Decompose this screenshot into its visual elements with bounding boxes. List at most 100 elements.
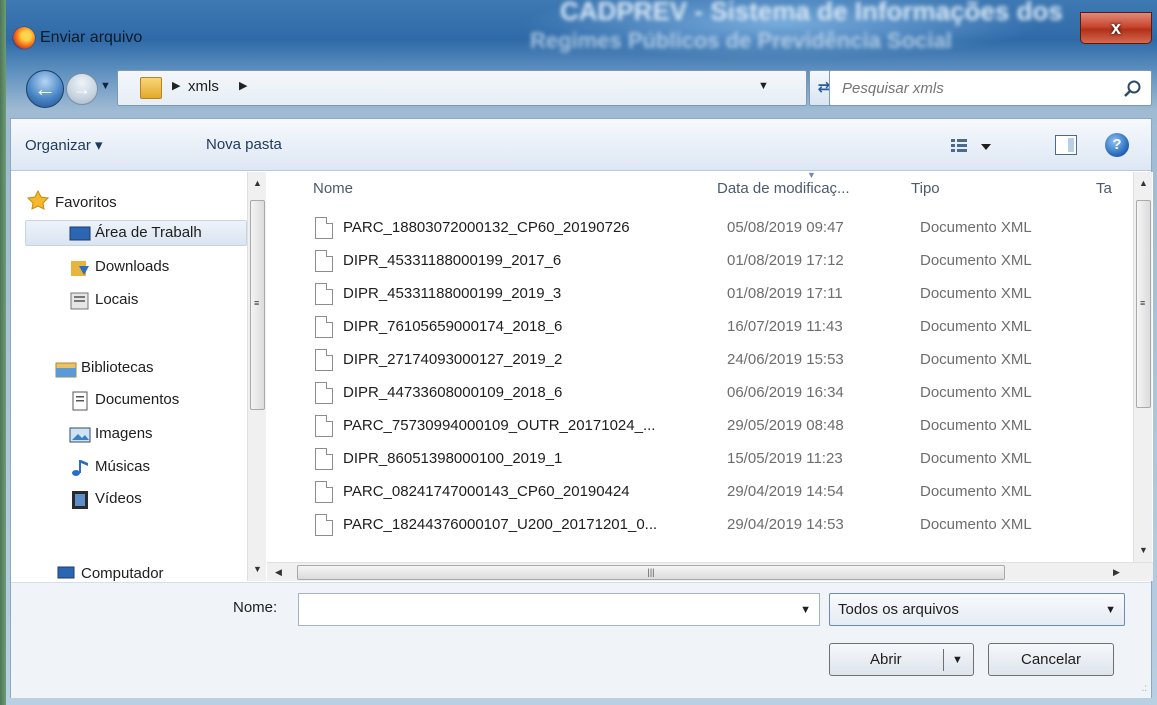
column-header-size[interactable]: Ta	[1096, 180, 1112, 206]
breadcrumb-xmls[interactable]: xmls	[188, 78, 219, 95]
new-folder-button[interactable]: Nova pasta	[206, 136, 282, 153]
scroll-grip-icon: ≡	[254, 298, 260, 308]
sort-indicator-icon: ▼	[807, 172, 816, 180]
file-type: Documento XML	[920, 285, 1032, 302]
search-input[interactable]	[840, 77, 1110, 99]
file-type-filter-value: Todos os arquivos	[838, 601, 959, 618]
nav-places[interactable]: Locais	[95, 291, 138, 315]
nav-favorites[interactable]: Favoritos	[55, 194, 117, 218]
dialog-body: Organizar ▾ Nova pasta ? Favoritos Área …	[10, 118, 1153, 698]
file-type-filter[interactable]: Todos os arquivos ▼	[829, 593, 1125, 626]
file-icon	[315, 283, 333, 305]
chevron-down-icon[interactable]: ▼	[800, 604, 811, 616]
file-type: Documento XML	[920, 252, 1032, 269]
folder-icon	[140, 77, 162, 99]
firefox-icon	[13, 27, 35, 49]
nav-scrollbar[interactable]: ▲ ≡ ▼	[247, 172, 266, 581]
preview-pane-icon[interactable]	[1055, 135, 1077, 155]
file-name-field[interactable]: ▼	[298, 593, 820, 626]
scroll-right-icon[interactable]: ▶	[1113, 567, 1120, 578]
nav-libraries[interactable]: Bibliotecas	[81, 359, 154, 383]
table-row[interactable]: DIPR_86051398000100_2019_1 15/05/2019 11…	[297, 443, 1153, 476]
file-name-input[interactable]	[303, 599, 773, 621]
file-name: DIPR_27174093000127_2019_2	[343, 351, 563, 368]
file-icon	[315, 415, 333, 437]
table-row[interactable]: DIPR_27174093000127_2019_2 24/06/2019 15…	[297, 344, 1153, 377]
breadcrumb-arrow-icon[interactable]: ▶	[172, 79, 180, 92]
scroll-down-icon[interactable]: ▼	[253, 564, 262, 574]
search-icon[interactable]	[1123, 79, 1143, 99]
file-name-label: Nome:	[233, 599, 278, 616]
address-dropdown[interactable]: ▼	[758, 80, 769, 92]
file-type: Documento XML	[920, 219, 1032, 236]
nav-images[interactable]: Imagens	[95, 425, 153, 449]
nav-music[interactable]: Músicas	[95, 458, 150, 482]
organize-button[interactable]: Organizar ▾	[25, 136, 103, 154]
file-name: DIPR_86051398000100_2019_1	[343, 450, 563, 467]
help-icon[interactable]: ?	[1105, 133, 1129, 157]
documents-icon	[72, 391, 88, 411]
file-date: 05/08/2019 09:47	[727, 219, 844, 236]
file-type: Documento XML	[920, 318, 1032, 335]
libraries-icon	[55, 362, 77, 378]
table-row[interactable]: PARC_18244376000107_U200_20171201_0... 2…	[297, 509, 1153, 542]
scroll-up-icon[interactable]: ▲	[1139, 178, 1148, 188]
nav-downloads[interactable]: Downloads	[95, 258, 169, 282]
file-icon	[315, 481, 333, 503]
file-list-vertical-scrollbar[interactable]: ▲ ≡ ▼	[1133, 172, 1152, 562]
scroll-up-icon[interactable]: ▲	[253, 178, 262, 188]
file-date: 29/04/2019 14:53	[727, 516, 844, 533]
search-box[interactable]	[829, 70, 1152, 106]
table-row[interactable]: DIPR_45331188000199_2019_3 01/08/2019 17…	[297, 278, 1153, 311]
address-bar[interactable]: ▶ xmls ▶ ▼	[117, 70, 807, 106]
file-icon	[315, 382, 333, 404]
file-icon	[315, 217, 333, 239]
table-row[interactable]: PARC_08241747000143_CP60_20190424 29/04/…	[297, 476, 1153, 509]
table-row[interactable]: DIPR_76105659000174_2018_6 16/07/2019 11…	[297, 311, 1153, 344]
nav-videos[interactable]: Vídeos	[95, 490, 142, 514]
videos-icon	[72, 491, 88, 509]
computer-icon	[57, 566, 75, 579]
cancel-button[interactable]: Cancelar	[988, 643, 1114, 676]
background-app-edge	[0, 0, 6, 705]
background-page-subtitle: Regimes Públicos de Previdência Social	[530, 28, 952, 53]
file-name: DIPR_76105659000174_2018_6	[343, 318, 563, 335]
horizontal-scroll-thumb[interactable]: |||	[297, 565, 1005, 580]
file-type: Documento XML	[920, 483, 1032, 500]
recent-locations-dropdown[interactable]: ▼	[100, 80, 111, 92]
file-name: PARC_08241747000143_CP60_20190424	[343, 483, 630, 500]
file-date: 16/07/2019 11:43	[727, 318, 843, 335]
resize-grip-icon[interactable]: .:	[1141, 683, 1147, 694]
file-list: Nome ▼ Data de modificaç... Tipo Ta PARC…	[267, 172, 1153, 581]
nav-documents[interactable]: Documentos	[95, 391, 179, 415]
scroll-left-icon[interactable]: ◀	[275, 567, 282, 578]
back-button[interactable]: ←	[26, 70, 64, 108]
open-button[interactable]: Abrir ▼	[829, 643, 974, 676]
file-name: PARC_75730994000109_OUTR_20171024_...	[343, 417, 656, 434]
file-type: Documento XML	[920, 516, 1032, 533]
breadcrumb-arrow-icon[interactable]: ▶	[239, 79, 247, 92]
forward-button[interactable]: →	[66, 73, 98, 105]
file-type: Documento XML	[920, 417, 1032, 434]
change-view-icon[interactable]	[949, 135, 999, 157]
nav-computer[interactable]: Computador	[81, 565, 164, 581]
file-list-horizontal-scrollbar[interactable]: ◀ ||| ▶	[267, 562, 1153, 581]
file-date: 06/06/2019 16:34	[727, 384, 844, 401]
desktop-icon	[69, 226, 91, 241]
background-page-title: CADPREV - Sistema de Informações dos	[560, 0, 1063, 26]
column-header-type[interactable]: Tipo	[911, 180, 940, 206]
table-row[interactable]: DIPR_45331188000199_2017_6 01/08/2019 17…	[297, 245, 1153, 278]
dialog-footer: Nome: ▼ Todos os arquivos ▼ Abrir ▼ Canc…	[11, 582, 1151, 698]
nav-desktop[interactable]: Área de Trabalh	[95, 224, 202, 248]
table-row[interactable]: DIPR_44733608000109_2018_6 06/06/2019 16…	[297, 377, 1153, 410]
chevron-down-icon[interactable]: ▼	[1105, 604, 1116, 616]
table-row[interactable]: PARC_75730994000109_OUTR_20171024_... 29…	[297, 410, 1153, 443]
file-date: 15/05/2019 11:23	[727, 450, 843, 467]
file-name: DIPR_44733608000109_2018_6	[343, 384, 563, 401]
open-options-dropdown-icon[interactable]: ▼	[952, 645, 963, 676]
table-row[interactable]: PARC_18803072000132_CP60_20190726 05/08/…	[297, 212, 1153, 245]
column-header-date[interactable]: Data de modificaç...	[717, 180, 850, 206]
close-button[interactable]: x	[1080, 12, 1152, 44]
column-header-name[interactable]: Nome	[313, 180, 353, 206]
scroll-down-icon[interactable]: ▼	[1139, 545, 1148, 555]
